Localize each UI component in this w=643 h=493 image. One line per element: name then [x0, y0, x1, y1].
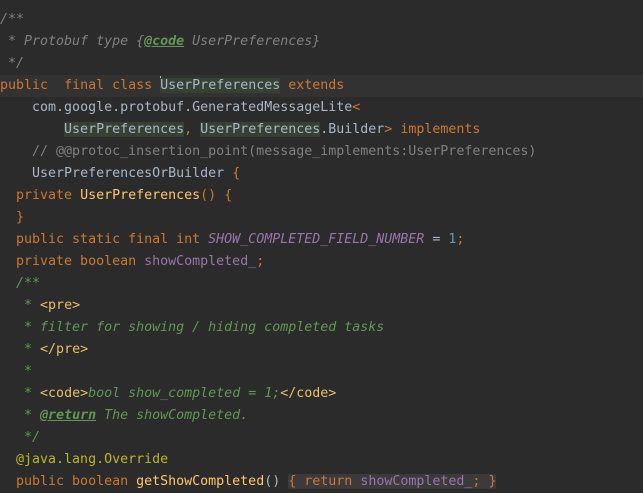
- semicolon: ;: [256, 254, 265, 269]
- keyword: extends: [288, 78, 345, 93]
- html-tag: </pre>: [40, 342, 89, 357]
- annotation-name[interactable]: Override: [104, 452, 168, 467]
- folded-region[interactable]: { return showCompleted_; }: [288, 474, 497, 489]
- code-line[interactable]: public boolean getShowCompleted() { retu…: [0, 471, 643, 493]
- comment-close: */: [0, 56, 25, 71]
- comment-open: /**: [0, 12, 25, 27]
- javadoc-text: The showCompleted.: [96, 408, 249, 423]
- type-reference[interactable]: UserPreferences: [200, 122, 321, 137]
- code-editor[interactable]: /** * Protobuf type {@code UserPreferenc…: [0, 0, 643, 489]
- brace: }: [16, 210, 25, 225]
- keyword: final: [64, 78, 105, 93]
- html-tag: </code>: [280, 386, 337, 401]
- angle-bracket: >: [384, 122, 393, 137]
- angle-bracket: <: [352, 100, 361, 115]
- javadoc-star: *: [16, 342, 41, 357]
- field-name[interactable]: showCompleted_: [360, 474, 472, 489]
- keyword: return: [304, 474, 353, 489]
- code-line[interactable]: * filter for showing / hiding completed …: [0, 317, 643, 339]
- code-line[interactable]: * @return The showCompleted.: [0, 405, 643, 427]
- keyword: class: [112, 78, 153, 93]
- html-tag: <pre>: [40, 298, 81, 313]
- javadoc-close: */: [16, 430, 41, 445]
- code-line[interactable]: */: [0, 53, 643, 75]
- line-comment: // @@protoc_insertion_point(message_impl…: [32, 144, 537, 159]
- operator: =: [424, 232, 449, 247]
- code-line[interactable]: }: [0, 207, 643, 229]
- code-line[interactable]: private boolean showCompleted_;: [0, 251, 643, 273]
- javadoc-text: bool show_completed = 1;: [88, 386, 281, 401]
- comma: ,: [184, 122, 201, 137]
- javadoc-star: *: [16, 408, 41, 423]
- javadoc-open: /**: [16, 276, 41, 291]
- class-name[interactable]: UserPreferences: [160, 78, 281, 93]
- code-line[interactable]: *: [0, 361, 643, 383]
- javadoc-text: * filter for showing / hiding completed …: [16, 320, 385, 335]
- package-name[interactable]: com.google.protobuf.GeneratedMessageLite: [32, 100, 352, 115]
- comment-text: }: [312, 34, 321, 49]
- keyword: implements: [400, 122, 481, 137]
- code-line[interactable]: UserPreferencesOrBuilder {: [0, 163, 643, 185]
- code-line[interactable]: * <code>bool show_completed = 1;</code>: [0, 383, 643, 405]
- code-line[interactable]: /**: [0, 9, 643, 31]
- code-line[interactable]: private UserPreferences() {: [0, 185, 643, 207]
- javadoc-tag: @code: [144, 34, 185, 49]
- keyword: private: [16, 188, 73, 203]
- punctuation: () {: [200, 188, 233, 203]
- field-name[interactable]: showCompleted_: [144, 254, 256, 269]
- code-line[interactable]: com.google.protobuf.GeneratedMessageLite…: [0, 97, 643, 119]
- brace: {: [232, 166, 241, 181]
- constructor-name[interactable]: UserPreferences: [80, 188, 200, 203]
- javadoc-tag: @return: [40, 408, 97, 423]
- type-reference[interactable]: UserPreferences: [64, 122, 185, 137]
- semicolon: ;: [456, 232, 465, 247]
- annotation-prefix: @java.lang.: [16, 452, 105, 467]
- code-line[interactable]: public static final int SHOW_COMPLETED_F…: [0, 229, 643, 251]
- code-line[interactable]: // @@protoc_insertion_point(message_impl…: [0, 141, 643, 163]
- keyword: private boolean: [16, 254, 137, 269]
- constant-name[interactable]: SHOW_COMPLETED_FIELD_NUMBER: [208, 232, 424, 247]
- punctuation: (): [264, 474, 281, 489]
- code-line[interactable]: * Protobuf type {@code UserPreferences}: [0, 31, 643, 53]
- keyword: public: [0, 78, 49, 93]
- code-line[interactable]: * <pre>: [0, 295, 643, 317]
- code-line[interactable]: */: [0, 427, 643, 449]
- code-line[interactable]: * </pre>: [0, 339, 643, 361]
- builder-ref[interactable]: .Builder: [320, 122, 384, 137]
- comment-text: UserPreferences: [184, 34, 313, 49]
- javadoc-star: *: [16, 364, 33, 379]
- brace: {: [288, 474, 297, 489]
- code-line-current[interactable]: public final class UserPreferences exten…: [0, 75, 643, 97]
- javadoc-star: *: [16, 298, 41, 313]
- keyword: public static final int: [16, 232, 201, 247]
- semicolon: ;: [472, 474, 481, 489]
- method-name[interactable]: getShowCompleted: [136, 474, 264, 489]
- keyword: public boolean: [16, 474, 129, 489]
- code-line[interactable]: @java.lang.Override: [0, 449, 643, 471]
- javadoc-star: *: [16, 386, 41, 401]
- code-line[interactable]: /**: [0, 273, 643, 295]
- comment-text: * Protobuf type {: [0, 34, 145, 49]
- brace: }: [488, 474, 497, 489]
- html-tag: <code>: [40, 386, 89, 401]
- code-line[interactable]: UserPreferences, UserPreferences.Builder…: [0, 119, 643, 141]
- interface-name[interactable]: UserPreferencesOrBuilder: [32, 166, 224, 181]
